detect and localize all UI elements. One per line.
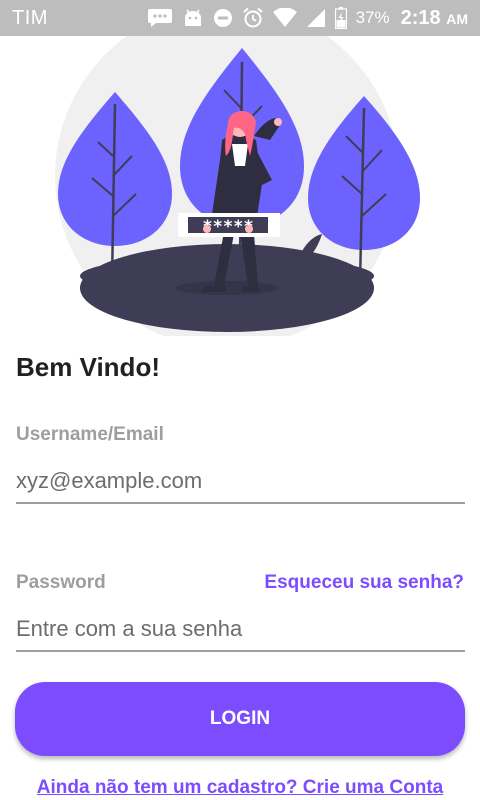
android-icon <box>182 8 204 28</box>
username-label: Username/Email <box>16 424 164 445</box>
message-icon <box>147 8 173 28</box>
signal-icon <box>306 8 326 28</box>
carrier-name: TIM <box>12 6 48 29</box>
woman-with-password-illustration: ***** <box>55 36 420 336</box>
password-label: Password <box>16 572 106 593</box>
password-input[interactable] <box>16 608 465 652</box>
welcome-title: Bem Vindo! <box>16 352 160 382</box>
status-icons: 37% 2:18 AM <box>147 7 468 30</box>
clock: 2:18 AM <box>400 6 468 29</box>
clock-ampm: AM <box>446 10 468 27</box>
do-not-disturb-icon <box>213 8 233 28</box>
alarm-icon <box>242 7 264 29</box>
battery-percentage: 37% <box>355 8 390 27</box>
username-input[interactable] <box>16 460 465 504</box>
wifi-icon <box>272 8 297 28</box>
signup-link[interactable]: Ainda não tem um cadastro? Crie uma Cont… <box>0 777 480 799</box>
login-button[interactable]: LOGIN <box>15 682 465 756</box>
battery-icon <box>334 7 347 29</box>
password-sign: ***** <box>178 213 280 237</box>
status-bar: TIM 37% 2:18 AM <box>0 0 480 36</box>
forgot-password-link[interactable]: Esqueceu sua senha? <box>264 572 464 594</box>
